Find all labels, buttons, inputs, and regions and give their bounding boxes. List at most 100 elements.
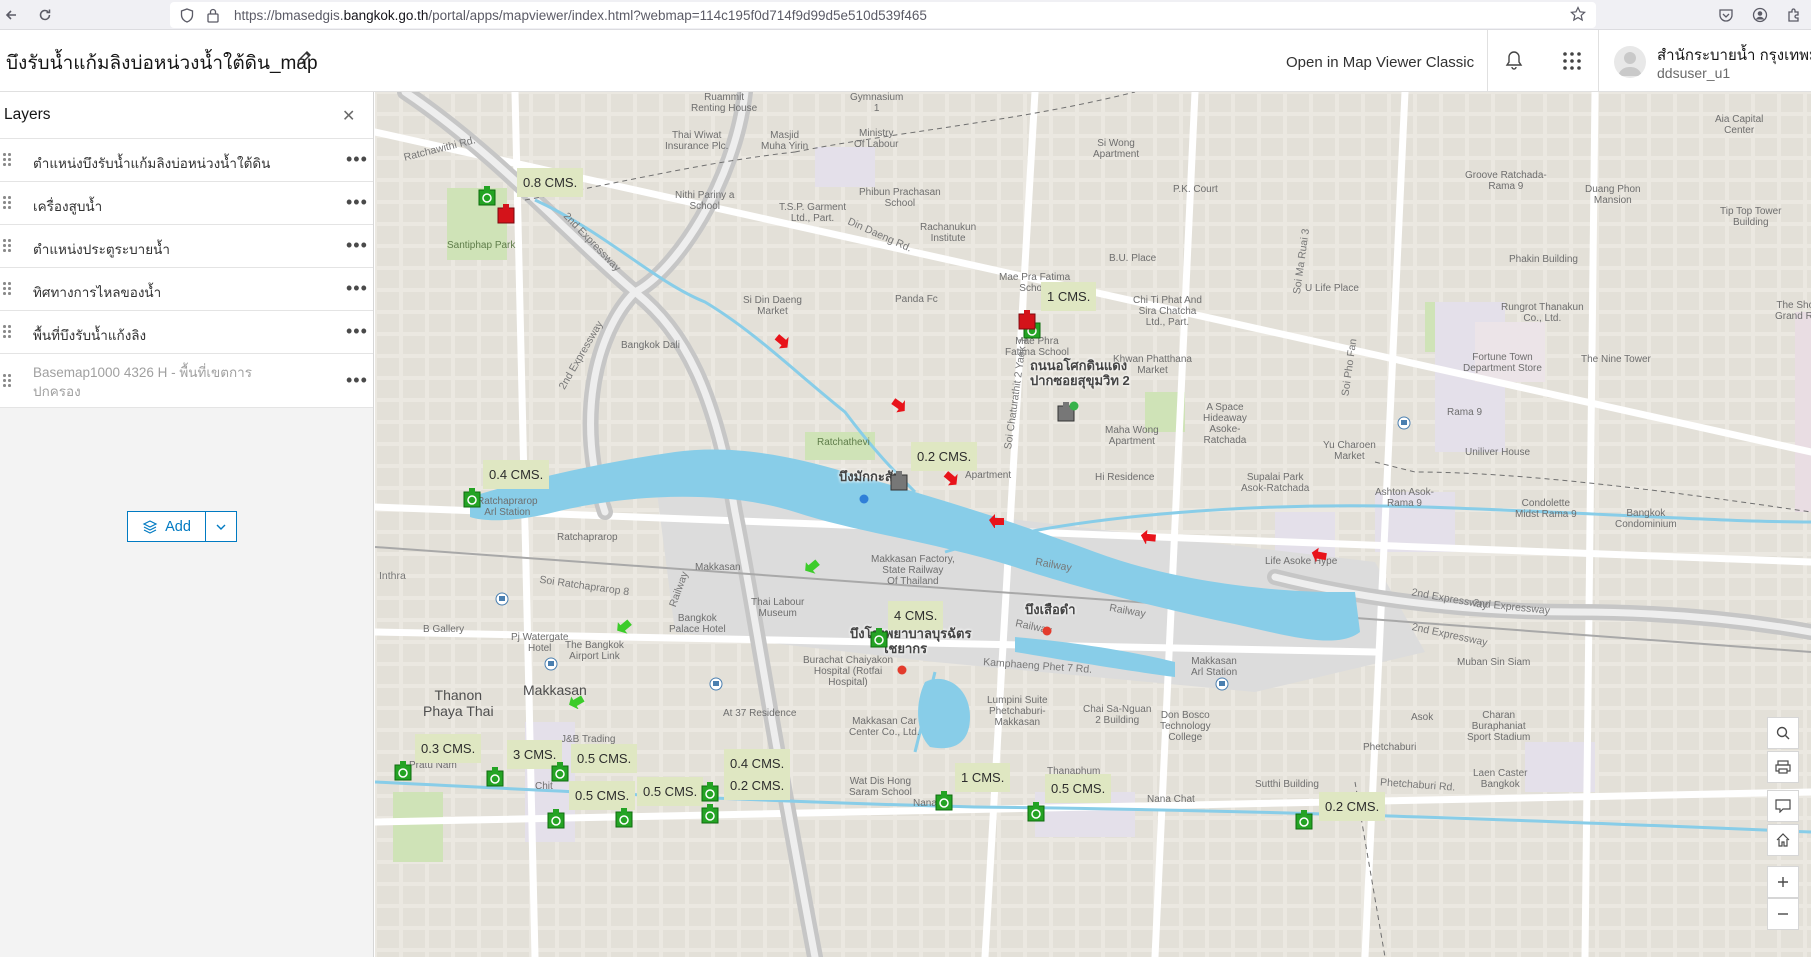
flow-label[interactable]: 0.8 CMS. [517, 168, 584, 197]
back-icon[interactable] [0, 4, 22, 26]
flow-label[interactable]: 0.2 CMS. [724, 771, 791, 800]
flow-arrow-icon[interactable] [1139, 524, 1159, 544]
pump-icon[interactable] [486, 767, 504, 787]
layer-item[interactable]: เครื่องสูบน้ำ ••• [0, 182, 373, 225]
avatar[interactable] [1614, 46, 1646, 78]
flow-arrow-icon[interactable] [887, 398, 907, 418]
flow-label[interactable]: 1 CMS. [955, 763, 1011, 792]
layer-item[interactable]: พื้นที่บึงรับน้ำแก้งลิง ••• [0, 311, 373, 354]
popup-tool[interactable] [1767, 790, 1799, 822]
layer-item[interactable]: ตำแหน่งประตูระบายน้ำ ••• [0, 225, 373, 268]
drag-handle-icon[interactable] [3, 325, 11, 339]
base-label: Burachat Chaiyakon Hospital (Rotfai Hospit… [803, 655, 894, 688]
pump-icon[interactable] [701, 782, 719, 802]
base-label: Apartment [965, 470, 1012, 481]
flow-label[interactable]: 0.2 CMS. [911, 442, 978, 471]
pump-icon[interactable] [1295, 810, 1313, 830]
road-label: Inthra [379, 570, 406, 582]
pump-icon[interactable] [615, 808, 633, 828]
map-view[interactable]: Gymnasium 1 Ruammit Renting House Ministry… [375, 92, 1811, 957]
layers-icon [142, 519, 158, 534]
more-options-icon[interactable]: ••• [346, 278, 368, 299]
flow-arrow-icon[interactable] [800, 554, 820, 574]
drag-handle-icon[interactable] [3, 282, 11, 296]
pump-icon[interactable] [935, 791, 953, 811]
url-text[interactable]: https://bmasedgis.bangkok.go.th/portal/a… [234, 8, 927, 23]
zoom-out-button[interactable] [1767, 898, 1799, 930]
flow-arrow-icon[interactable] [565, 689, 585, 709]
zoom-in-button[interactable] [1767, 866, 1799, 898]
flow-arrow-icon[interactable] [612, 614, 632, 634]
pond-marker[interactable] [1042, 626, 1052, 636]
flow-label[interactable]: 0.3 CMS. [415, 734, 482, 763]
add-layer-button[interactable]: Add [127, 511, 206, 542]
drag-handle-icon[interactable] [3, 374, 11, 388]
more-options-icon[interactable]: ••• [346, 370, 368, 391]
extensions-icon[interactable] [1777, 7, 1811, 23]
shield-icon[interactable] [178, 7, 196, 23]
base-label: Laen Caster Bangkok [1473, 768, 1528, 790]
flow-arrow-icon[interactable] [987, 508, 1007, 528]
account-icon[interactable] [1743, 7, 1777, 23]
layer-item[interactable]: ตำแหน่งบึงรับน้ำแก้มลิงบ่อหน่วงน้ำใต้ดิน… [0, 139, 373, 182]
gate-closed-icon[interactable] [890, 471, 908, 491]
lock-icon[interactable] [204, 8, 222, 23]
flow-arrow-icon[interactable] [770, 334, 790, 354]
flow-label[interactable]: 0.5 CMS. [637, 777, 704, 806]
pump-icon[interactable] [870, 628, 888, 648]
pump-icon[interactable] [701, 804, 719, 824]
more-options-icon[interactable]: ••• [346, 149, 368, 170]
more-options-icon[interactable]: ••• [346, 192, 368, 213]
more-options-icon[interactable]: ••• [346, 321, 368, 342]
flow-label[interactable]: 0.5 CMS. [1045, 774, 1112, 803]
layer-item[interactable]: ทิศทางการไหลของน้ำ ••• [0, 268, 373, 311]
station-icon[interactable] [1215, 677, 1229, 691]
pencil-icon[interactable] [296, 50, 312, 71]
pocket-icon[interactable] [1709, 7, 1743, 23]
more-options-icon[interactable]: ••• [346, 235, 368, 256]
bell-icon[interactable] [1505, 50, 1523, 75]
flow-arrow-icon[interactable] [939, 471, 959, 491]
flow-label[interactable]: 1 CMS. [1041, 282, 1097, 311]
station-icon[interactable] [709, 677, 723, 691]
pump-icon[interactable] [1027, 802, 1045, 822]
station-icon[interactable] [1397, 416, 1411, 430]
flow-label[interactable]: 4 CMS. [888, 601, 944, 630]
gate-icon[interactable] [497, 204, 515, 224]
base-label: Rama 9 [1447, 407, 1483, 418]
reload-icon[interactable] [34, 4, 56, 26]
pump-icon[interactable] [551, 762, 569, 782]
gate-icon[interactable] [1018, 310, 1036, 330]
layer-item[interactable]: Basemap1000 4326 H - พื้นที่เขตการปกครอง… [0, 354, 373, 408]
open-classic-link[interactable]: Open in Map Viewer Classic [1286, 54, 1474, 71]
flow-label[interactable]: 0.5 CMS. [571, 744, 638, 773]
pump-icon[interactable] [547, 809, 565, 829]
user-name[interactable]: สำนักระบายน้ำ กรุงเทพม [1657, 43, 1811, 67]
pump-icon[interactable] [394, 761, 412, 781]
pump-icon[interactable] [478, 186, 496, 206]
user-id[interactable]: ddsuser_u1 [1657, 65, 1730, 81]
home-tool[interactable] [1767, 824, 1799, 856]
station-icon[interactable] [495, 592, 509, 606]
drag-handle-icon[interactable] [3, 196, 11, 210]
url-bar[interactable]: https://bmasedgis.bangkok.go.th/portal/a… [170, 2, 1596, 28]
station-icon[interactable] [544, 657, 558, 671]
map-title[interactable]: บึงรับน้ำแก้มลิงบ่อหน่วงน้ำใต้ดิน_map [6, 48, 318, 78]
close-icon[interactable]: ✕ [342, 106, 355, 126]
add-layer-dropdown[interactable] [206, 511, 237, 542]
app-launcher-icon[interactable] [1562, 51, 1582, 76]
flow-arrow-icon[interactable] [1310, 542, 1330, 562]
flow-label[interactable]: 0.5 CMS. [569, 781, 636, 810]
flow-label[interactable]: 0.4 CMS. [483, 460, 550, 489]
search-icon [1776, 726, 1790, 740]
pond-marker[interactable] [1069, 401, 1079, 411]
drag-handle-icon[interactable] [3, 239, 11, 253]
pond-marker[interactable] [859, 494, 869, 504]
flow-label[interactable]: 0.2 CMS. [1319, 792, 1386, 821]
print-tool[interactable] [1767, 751, 1799, 783]
pump-icon[interactable] [463, 488, 481, 508]
search-tool[interactable] [1767, 717, 1799, 749]
bookmark-star-icon[interactable] [1570, 6, 1586, 25]
pond-marker[interactable] [897, 665, 907, 675]
drag-handle-icon[interactable] [3, 153, 11, 167]
